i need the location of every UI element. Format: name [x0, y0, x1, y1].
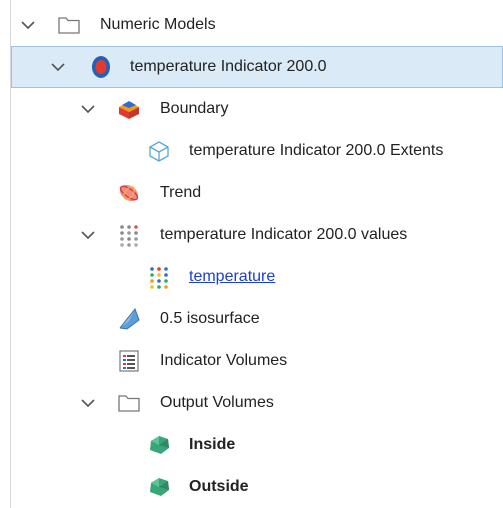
tree-item-link-label[interactable]: temperature — [189, 267, 275, 287]
table-icon — [119, 350, 139, 372]
tree-item-label: Numeric Models — [100, 16, 216, 33]
chevron-down-icon[interactable] — [20, 19, 36, 31]
folder-icon — [58, 17, 80, 34]
tree-item-isosurface[interactable]: 0.5 isosurface — [0, 298, 503, 340]
tree-item-trend[interactable]: Trend — [0, 172, 503, 214]
tree-item-numeric-models[interactable]: Numeric Models — [0, 4, 503, 46]
tree-item-indicator-model[interactable]: temperature Indicator 200.0 — [11, 46, 503, 88]
chevron-down-icon[interactable] — [80, 397, 96, 409]
tree-item-values[interactable]: temperature Indicator 200.0 values — [0, 214, 503, 256]
points-colored-icon — [150, 267, 168, 289]
tree-item-label: temperature Indicator 200.0 values — [160, 226, 408, 243]
tree-item-extents[interactable]: temperature Indicator 200.0 Extents — [0, 130, 503, 172]
tree-item-boundary[interactable]: Boundary — [0, 88, 503, 130]
tree-item-temperature[interactable]: temperature — [0, 256, 503, 298]
tree-item-label: temperature Indicator 200.0 Extents — [189, 142, 444, 159]
chevron-down-icon[interactable] — [50, 61, 66, 73]
trend-ellipsoid-icon — [119, 184, 139, 202]
folder-icon — [118, 395, 140, 412]
tree-item-label: temperature Indicator 200.0 — [130, 58, 327, 75]
boundary-icon — [119, 101, 139, 119]
tree-item-label: Outside — [189, 478, 249, 495]
tree-item-label: Boundary — [160, 100, 229, 117]
tree-item-label: Trend — [160, 184, 202, 201]
project-tree: Numeric Models temperature Indicator 200… — [0, 0, 503, 508]
tree-item-label: Output Volumes — [160, 394, 274, 411]
tree-item-outside[interactable]: Outside — [0, 466, 503, 508]
tree-item-inside[interactable]: Inside — [0, 424, 503, 466]
chevron-down-icon[interactable] — [80, 103, 96, 115]
indicator-model-icon — [92, 56, 110, 78]
points-grey-icon — [120, 225, 138, 247]
volume-green-icon — [150, 478, 169, 496]
tree-item-label: Inside — [189, 436, 236, 453]
volume-green-icon — [150, 436, 169, 454]
tree-item-indicator-volumes[interactable]: Indicator Volumes — [0, 340, 503, 382]
extents-cube-icon — [149, 141, 169, 162]
isosurface-icon — [119, 307, 140, 330]
tree-item-output-volumes[interactable]: Output Volumes — [0, 382, 503, 424]
chevron-down-icon[interactable] — [80, 229, 96, 241]
tree-item-label: 0.5 isosurface — [160, 310, 260, 327]
tree-item-label: Indicator Volumes — [160, 352, 288, 369]
